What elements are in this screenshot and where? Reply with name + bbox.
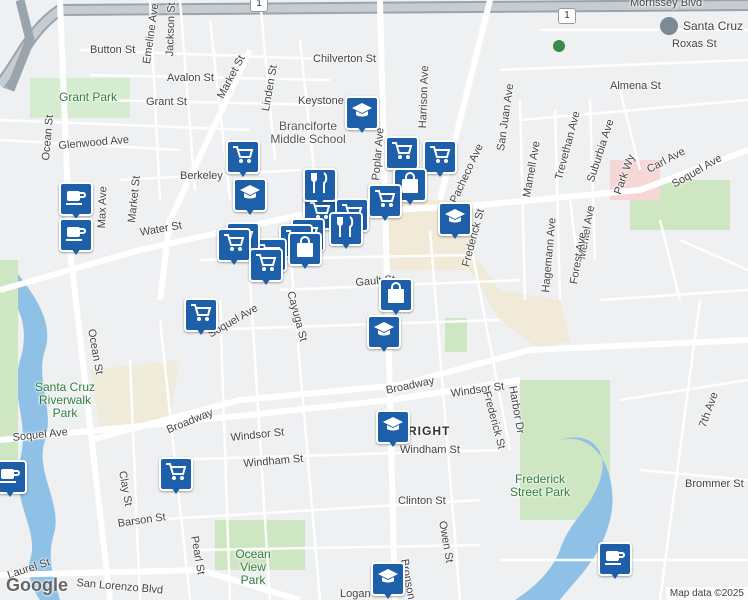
coffee-icon: [0, 466, 21, 489]
shopping-bag-icon: [400, 171, 420, 199]
map-marker[interactable]: [379, 278, 413, 315]
neighborhood-label: RIGHT: [408, 424, 451, 438]
street-label: Keystone: [298, 95, 344, 107]
park-label: Frederick Street Park: [509, 472, 571, 499]
coffee-icon: [65, 224, 87, 247]
street-label: Windham St: [400, 444, 460, 456]
street-label: Avalon St: [167, 72, 214, 84]
street-label: Almena St: [610, 80, 661, 92]
map-marker[interactable]: [598, 542, 632, 579]
school-label: Branciforte Middle School: [270, 119, 346, 146]
map-attribution[interactable]: Map data ©2025: [665, 587, 748, 600]
map-marker[interactable]: [368, 184, 402, 221]
street-label: Logan: [340, 588, 371, 600]
poi-icon[interactable]: [660, 17, 678, 35]
highway-1-shield: 1: [250, 0, 268, 12]
street-label: Chilverton St: [313, 53, 376, 65]
map-marker[interactable]: [184, 298, 218, 335]
map-marker[interactable]: [371, 562, 405, 599]
school-icon: [239, 184, 261, 207]
cart-icon: [165, 462, 187, 487]
school-icon: [351, 102, 373, 125]
google-logo: Google: [6, 575, 68, 595]
park-icon: [553, 40, 565, 52]
poi-label[interactable]: Santa Cruz: [683, 19, 743, 33]
map-marker[interactable]: [376, 410, 410, 447]
cart-icon: [429, 145, 451, 170]
coffee-icon: [604, 548, 626, 571]
map-marker[interactable]: [249, 248, 283, 285]
map-marker[interactable]: [233, 178, 267, 215]
map-marker[interactable]: [0, 460, 27, 497]
school-icon: [382, 416, 404, 439]
school-icon: [373, 321, 395, 344]
cart-icon: [255, 253, 277, 278]
street-label: Jackson St: [164, 2, 178, 57]
street-label: Roxas St: [672, 38, 717, 50]
cart-icon: [190, 303, 212, 328]
map-marker[interactable]: [367, 315, 401, 352]
park-label: Santa Cruz Riverwalk Park: [34, 380, 96, 420]
cart-icon: [374, 189, 396, 214]
highway-1-shield: 1: [558, 8, 576, 24]
map-canvas[interactable]: 1 1 Morrissey Blvd Button St Emeline Ave…: [0, 0, 748, 600]
park-label: Grant Park: [58, 90, 118, 104]
map-marker[interactable]: [329, 212, 363, 249]
street-label: Max Ave: [96, 186, 110, 229]
cart-icon: [223, 233, 245, 258]
park-label: Ocean View Park: [235, 547, 271, 587]
cart-icon: [391, 141, 413, 166]
street-label: Morrissey Blvd: [630, 0, 703, 9]
map-marker[interactable]: [226, 140, 260, 177]
street-label: Button St: [90, 44, 136, 56]
street-label: Brommer St: [685, 478, 744, 490]
school-icon: [377, 568, 399, 591]
map-marker[interactable]: [423, 140, 457, 177]
map-marker[interactable]: [438, 202, 472, 239]
school-icon: [444, 208, 466, 231]
shopping-bag-icon: [386, 281, 406, 309]
map-marker[interactable]: [59, 218, 93, 255]
map-marker[interactable]: [345, 96, 379, 133]
coffee-icon: [65, 188, 87, 211]
street-label: Grant St: [146, 96, 187, 108]
map-marker[interactable]: [303, 168, 337, 205]
map-marker[interactable]: [217, 228, 251, 265]
cart-icon: [232, 145, 254, 170]
map-marker[interactable]: [59, 182, 93, 219]
shopping-bag-icon: [295, 235, 315, 263]
street-label: Clinton St: [398, 495, 446, 507]
map-marker[interactable]: [385, 136, 419, 173]
map-marker[interactable]: [159, 457, 193, 494]
restaurant-icon: [336, 215, 356, 243]
map-marker[interactable]: [288, 232, 322, 269]
street-label: Harrison Ave: [417, 65, 432, 129]
restaurant-icon: [310, 171, 330, 199]
street-label: Berkeley: [180, 170, 223, 182]
